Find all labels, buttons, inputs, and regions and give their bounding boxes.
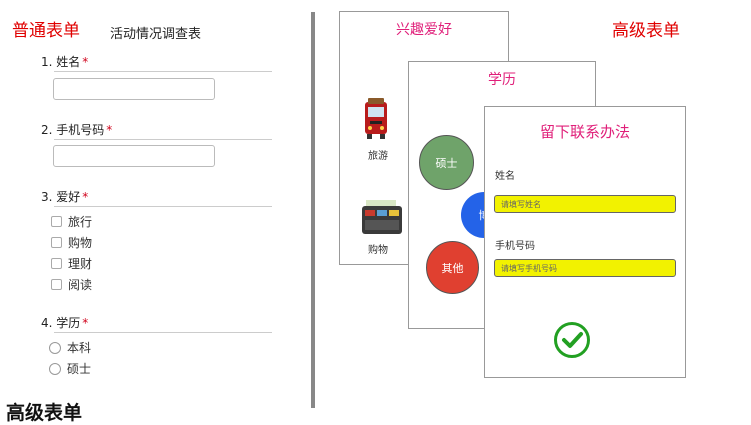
bottom-cut-title: 高级表单 (6, 402, 83, 424)
checkbox[interactable] (51, 279, 62, 290)
contact-name-label: 姓名 (495, 171, 515, 182)
phone-input[interactable] (53, 145, 215, 167)
required-mark: * (82, 190, 89, 204)
option-label: 硕士 (67, 362, 92, 376)
contact-phone-input[interactable]: 请填写手机号码 (494, 259, 676, 277)
question-name-text: 1. 姓名 (41, 55, 81, 69)
option-label: 本科 (67, 341, 92, 355)
question-education-text: 4. 学历 (41, 316, 81, 330)
hobby-option[interactable]: 旅行 (51, 213, 92, 230)
required-mark: * (106, 123, 113, 137)
hobby-option[interactable]: 理财 (51, 255, 92, 272)
wallet-icon[interactable] (360, 198, 404, 238)
education-circle-master[interactable]: 硕士 (419, 135, 474, 190)
name-input[interactable] (53, 78, 215, 100)
divider-line (54, 332, 272, 333)
placeholder-text: 请填写手机号码 (501, 263, 557, 273)
circle-label: 其他 (441, 261, 464, 275)
placeholder-text: 请填写姓名 (501, 199, 541, 209)
checkbox[interactable] (51, 258, 62, 269)
question-education-label: 4. 学历 * (41, 314, 88, 331)
hobby-option[interactable]: 购物 (51, 234, 92, 251)
education-option[interactable]: 硕士 (49, 360, 91, 377)
education-circle-other[interactable]: 其他 (426, 241, 479, 294)
required-mark: * (82, 55, 89, 69)
radio-button[interactable] (49, 362, 61, 375)
survey-title: 活动情况调查表 (110, 27, 202, 42)
contact-phone-label: 手机号码 (495, 241, 535, 252)
divider-line (54, 139, 272, 140)
checkbox[interactable] (51, 216, 62, 227)
normal-form-title: 普通表单 (12, 21, 80, 41)
option-label: 理财 (68, 257, 93, 271)
checkbox[interactable] (51, 237, 62, 248)
question-phone-label: 2. 手机号码 * (41, 121, 112, 138)
contact-name-input[interactable]: 请填写姓名 (494, 195, 676, 213)
option-label: 购物 (68, 236, 93, 250)
education-option[interactable]: 本科 (49, 339, 91, 356)
radio-button[interactable] (49, 341, 61, 354)
divider-line (54, 71, 272, 72)
required-mark: * (82, 316, 89, 330)
hobby-shopping-label: 购物 (368, 245, 388, 256)
hobby-card-title: 兴趣爱好 (396, 22, 452, 38)
question-hobby-text: 3. 爱好 (41, 190, 81, 204)
hobby-travel-label: 旅游 (368, 151, 388, 162)
advanced-form-title: 高级表单 (612, 21, 680, 41)
bus-icon[interactable] (362, 96, 390, 142)
contact-card: 留下联系办法 姓名 请填写姓名 手机号码 请填写手机号码 (484, 106, 686, 378)
hobby-option[interactable]: 阅读 (51, 276, 92, 293)
question-hobby-label: 3. 爱好 * (41, 188, 88, 205)
option-label: 旅行 (68, 215, 93, 229)
contact-card-title: 留下联系办法 (539, 123, 630, 141)
question-phone-text: 2. 手机号码 (41, 123, 105, 137)
divider-line (54, 206, 272, 207)
option-label: 阅读 (68, 278, 93, 292)
checkmark-icon[interactable] (553, 321, 591, 359)
panel-divider (311, 12, 315, 408)
question-name-label: 1. 姓名 * (41, 53, 88, 70)
education-card-title: 学历 (488, 72, 516, 88)
circle-label: 硕士 (435, 156, 458, 170)
